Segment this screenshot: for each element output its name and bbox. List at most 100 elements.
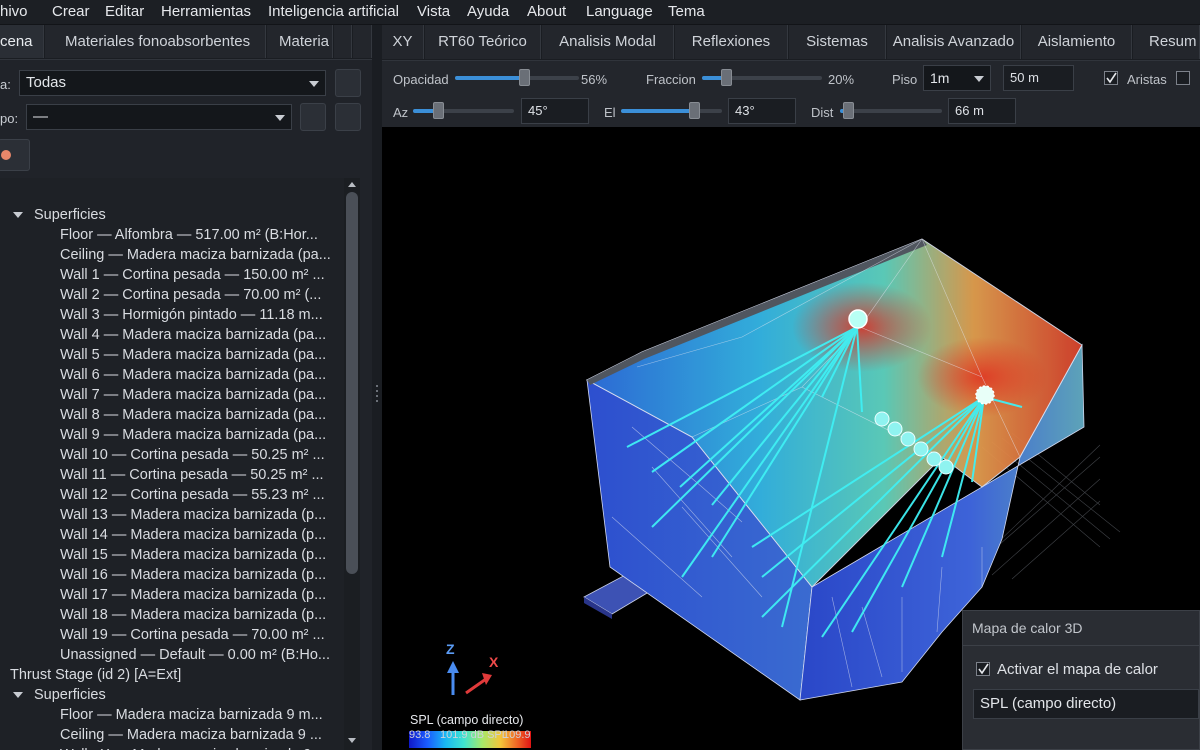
tree-item[interactable]: Wall 16 — Madera maciza barnizada (p... bbox=[60, 565, 326, 585]
extra-checkbox[interactable] bbox=[1176, 71, 1190, 85]
menu-herramientas[interactable]: Herramientas bbox=[161, 3, 251, 20]
menu-language[interactable]: Language bbox=[586, 3, 653, 20]
filter1-label: a: bbox=[0, 77, 11, 92]
filter2-combo[interactable]: — bbox=[26, 104, 292, 130]
menu-editar[interactable]: Editar bbox=[105, 3, 144, 20]
tab-escena[interactable]: cena bbox=[0, 25, 44, 58]
tab-sistemas[interactable]: Sistemas bbox=[789, 25, 886, 59]
tab-xy[interactable]: XY bbox=[382, 25, 424, 59]
elevation-slider[interactable] bbox=[621, 102, 722, 119]
tab-analisis-avanzado[interactable]: Analisis Avanzado bbox=[887, 25, 1021, 59]
menu-crear[interactable]: Crear bbox=[52, 3, 90, 20]
tab-analisis-modal[interactable]: Analisis Modal bbox=[542, 25, 674, 59]
menu-tema[interactable]: Tema bbox=[668, 3, 705, 20]
tree-item[interactable]: Wall 3 — Hormigón pintado — 11.18 m... bbox=[60, 305, 323, 325]
tab-scroll-right[interactable] bbox=[353, 25, 372, 58]
scroll-down-icon[interactable] bbox=[348, 738, 356, 743]
tree-item[interactable]: Ceiling — Madera maciza barnizada 9 ... bbox=[60, 725, 322, 745]
scroll-up-icon[interactable] bbox=[348, 182, 356, 187]
tree-node-thrust-stage[interactable]: Thrust Stage (id 2) [A=Ext] bbox=[10, 665, 181, 685]
tab-materia[interactable]: Materia bbox=[267, 25, 333, 58]
menu-about[interactable]: About bbox=[527, 3, 566, 20]
3d-viewport[interactable]: Z X SPL (campo directo) 93.8 101.9 dB SP… bbox=[382, 127, 1200, 750]
edges-checkbox[interactable] bbox=[1104, 71, 1118, 85]
heatmap-mode-value: SPL (campo directo) bbox=[980, 695, 1117, 712]
panel-divider bbox=[963, 645, 1200, 646]
tree-item[interactable]: Wall 2 — Cortina pesada — 70.00 m² (... bbox=[60, 285, 321, 305]
distance-slider[interactable] bbox=[840, 102, 942, 119]
tab-materiales-fonoabsorbentes[interactable]: Materiales fonoabsorbentes bbox=[45, 25, 266, 58]
tree-item[interactable]: Wall 15 — Madera maciza barnizada (p... bbox=[60, 545, 326, 565]
tree-item[interactable]: Wall 19 — Cortina pesada — 70.00 m² ... bbox=[60, 625, 325, 645]
tree-item[interactable]: Wall 10 — Cortina pesada — 50.25 m² ... bbox=[60, 445, 325, 465]
azimuth-spinbox[interactable]: 45° bbox=[521, 98, 589, 124]
distance-value: 66 m bbox=[955, 103, 984, 118]
fraction-label: Fraccion bbox=[646, 72, 696, 87]
tab-avanzado-label: Analisis Avanzado bbox=[892, 33, 1015, 50]
floor-distance-spinbox[interactable]: 50 m bbox=[1003, 65, 1074, 91]
heatmap-enable-label: Activar el mapa de calor bbox=[997, 661, 1158, 678]
tab-rt60-label: RT60 Teórico bbox=[438, 33, 527, 50]
tree-item[interactable]: Wall 14 — Madera maciza barnizada (p... bbox=[60, 525, 326, 545]
checkmark-icon bbox=[1106, 72, 1117, 84]
filter2-button-a[interactable] bbox=[300, 103, 326, 131]
tree-item[interactable]: Floor — Madera maciza barnizada 9 m... bbox=[60, 705, 323, 725]
menu-archivo[interactable]: hivo bbox=[0, 3, 28, 20]
tree-item[interactable]: Wall 11 — Cortina pesada — 50.25 m² ... bbox=[60, 465, 324, 485]
tree-item[interactable]: Wall 13 — Madera maciza barnizada (p... bbox=[60, 505, 326, 525]
tree-item[interactable]: Wall 5 — Madera maciza barnizada (pa... bbox=[60, 345, 326, 365]
heatmap-enable-checkbox[interactable] bbox=[976, 662, 990, 676]
tree-group-header[interactable]: Superficies bbox=[34, 685, 106, 705]
distance-slider-handle[interactable] bbox=[843, 102, 855, 119]
filter1-button[interactable] bbox=[335, 69, 361, 97]
filter2-button-b[interactable] bbox=[335, 103, 361, 131]
tree-item[interactable]: Wall 4 — Madera maciza barnizada (pa... bbox=[60, 325, 326, 345]
filter2-value: — bbox=[33, 108, 48, 125]
fraction-slider-handle[interactable] bbox=[721, 69, 732, 86]
floor-combo[interactable]: 1m bbox=[923, 65, 991, 91]
heatmap-panel-title: Mapa de calor 3D bbox=[972, 620, 1083, 636]
expand-arrow-icon[interactable] bbox=[13, 692, 23, 698]
tree-scroll-thumb[interactable] bbox=[346, 192, 358, 574]
tree-item[interactable]: Wall +X — Madera maciza barnizada 9 ... bbox=[60, 745, 327, 750]
checkmark-icon bbox=[978, 663, 989, 675]
distance-spinbox[interactable]: 66 m bbox=[948, 98, 1016, 124]
tree-item[interactable]: Wall 18 — Madera maciza barnizada (p... bbox=[60, 605, 326, 625]
menu-vista[interactable]: Vista bbox=[417, 3, 450, 20]
menu-ayuda[interactable]: Ayuda bbox=[467, 3, 509, 20]
azimuth-slider[interactable] bbox=[413, 102, 514, 119]
opacity-label: Opacidad bbox=[393, 72, 449, 87]
tree-scrollbar[interactable] bbox=[344, 178, 360, 750]
pane-splitter[interactable] bbox=[372, 25, 382, 750]
expand-arrow-icon[interactable] bbox=[13, 212, 23, 218]
opacity-slider[interactable] bbox=[455, 69, 579, 86]
tree-item[interactable]: Wall 17 — Madera maciza barnizada (p... bbox=[60, 585, 326, 605]
tree-group-header[interactable]: Superficies bbox=[34, 205, 106, 225]
tree-item[interactable]: Floor — Alfombra — 517.00 m² (B:Hor... bbox=[60, 225, 318, 245]
tree-item[interactable]: Wall 9 — Madera maciza barnizada (pa... bbox=[60, 425, 326, 445]
tree-item[interactable]: Wall 1 — Cortina pesada — 150.00 m² ... bbox=[60, 265, 325, 285]
tool-button[interactable] bbox=[0, 139, 30, 171]
opacity-slider-handle[interactable] bbox=[519, 69, 531, 86]
tab-reflexiones[interactable]: Reflexiones bbox=[675, 25, 788, 59]
tree-item[interactable]: Wall 7 — Madera maciza barnizada (pa... bbox=[60, 385, 326, 405]
elevation-slider-fill bbox=[621, 109, 694, 113]
tab-resumen[interactable]: Resum bbox=[1133, 25, 1200, 59]
floor-label: Piso bbox=[892, 72, 918, 87]
tree-item[interactable]: Wall 6 — Madera maciza barnizada (pa... bbox=[60, 365, 326, 385]
elevation-spinbox[interactable]: 43° bbox=[728, 98, 796, 124]
filter1-combo[interactable]: Todas bbox=[19, 70, 326, 96]
tab-scroll-left[interactable] bbox=[334, 25, 352, 58]
tree-item[interactable]: Wall 8 — Madera maciza barnizada (pa... bbox=[60, 405, 326, 425]
menu-inteligencia-artificial[interactable]: Inteligencia artificial bbox=[268, 3, 399, 20]
tree-item[interactable]: Unassigned — Default — 0.00 m² (B:Ho... bbox=[60, 645, 330, 665]
tab-rt60-teorico[interactable]: RT60 Teórico bbox=[425, 25, 541, 59]
elevation-slider-handle[interactable] bbox=[688, 102, 700, 119]
fraction-slider[interactable] bbox=[702, 69, 822, 86]
azimuth-slider-handle[interactable] bbox=[433, 102, 445, 119]
tree-item[interactable]: Ceiling — Madera maciza barnizada (pa... bbox=[60, 245, 331, 265]
heatmap-mode-combo[interactable]: SPL (campo directo) bbox=[973, 689, 1199, 719]
camera-controls-row: Az 45° El 43° Dist 66 m bbox=[382, 94, 1200, 127]
tree-item[interactable]: Wall 12 — Cortina pesada — 55.23 m² ... bbox=[60, 485, 325, 505]
tab-aislamiento[interactable]: Aislamiento bbox=[1022, 25, 1132, 59]
